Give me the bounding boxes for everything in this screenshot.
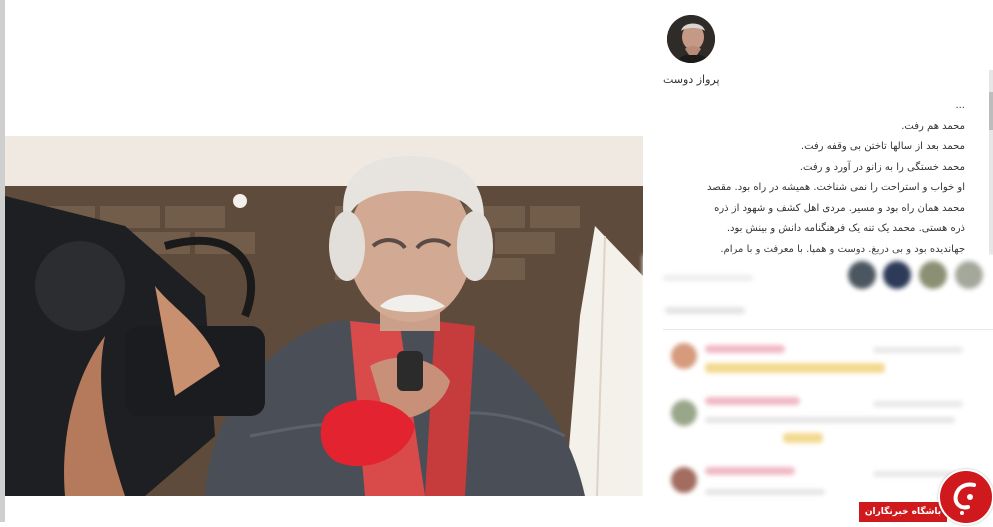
photo-illustration <box>5 136 643 496</box>
caption-line: محمد همان راه بود و مسیر. مردی اهل کشف و… <box>714 202 965 214</box>
watermark-label: باشگاه خبرنگاران <box>859 502 947 522</box>
watermark-logo <box>938 469 993 525</box>
caption-line: محمد هم رفت. <box>901 120 965 132</box>
caption-line: محمد بعد از سالها تاختن بی وقفه رفت. <box>800 141 965 152</box>
username[interactable]: پرواز دوست <box>663 73 893 86</box>
caption-line: ذره هستی. محمد یک تنه یک فرهنگنامه دانش … <box>726 223 965 234</box>
caption-panel: پرواز دوست ... محمد هم رفت. محمد بعد از … <box>643 0 993 522</box>
watermark-glyph <box>953 482 976 515</box>
divider <box>663 329 993 330</box>
post-photo[interactable] <box>5 136 643 496</box>
caption-line: محمد خستگی را به زانو در آورد و رفت. <box>799 161 965 173</box>
avatar-illustration <box>667 15 715 63</box>
caption-line: او خواب و استراحت را نمی شناخت. همیشه در… <box>707 182 965 193</box>
scrollbar-thumb[interactable] <box>989 92 993 130</box>
caption-line: ... <box>955 100 965 111</box>
post-caption: ... محمد هم رفت. محمد بعد از سالها تاختن… <box>657 96 965 260</box>
caption-scrollbar[interactable] <box>989 70 993 255</box>
avatar[interactable] <box>667 15 715 63</box>
